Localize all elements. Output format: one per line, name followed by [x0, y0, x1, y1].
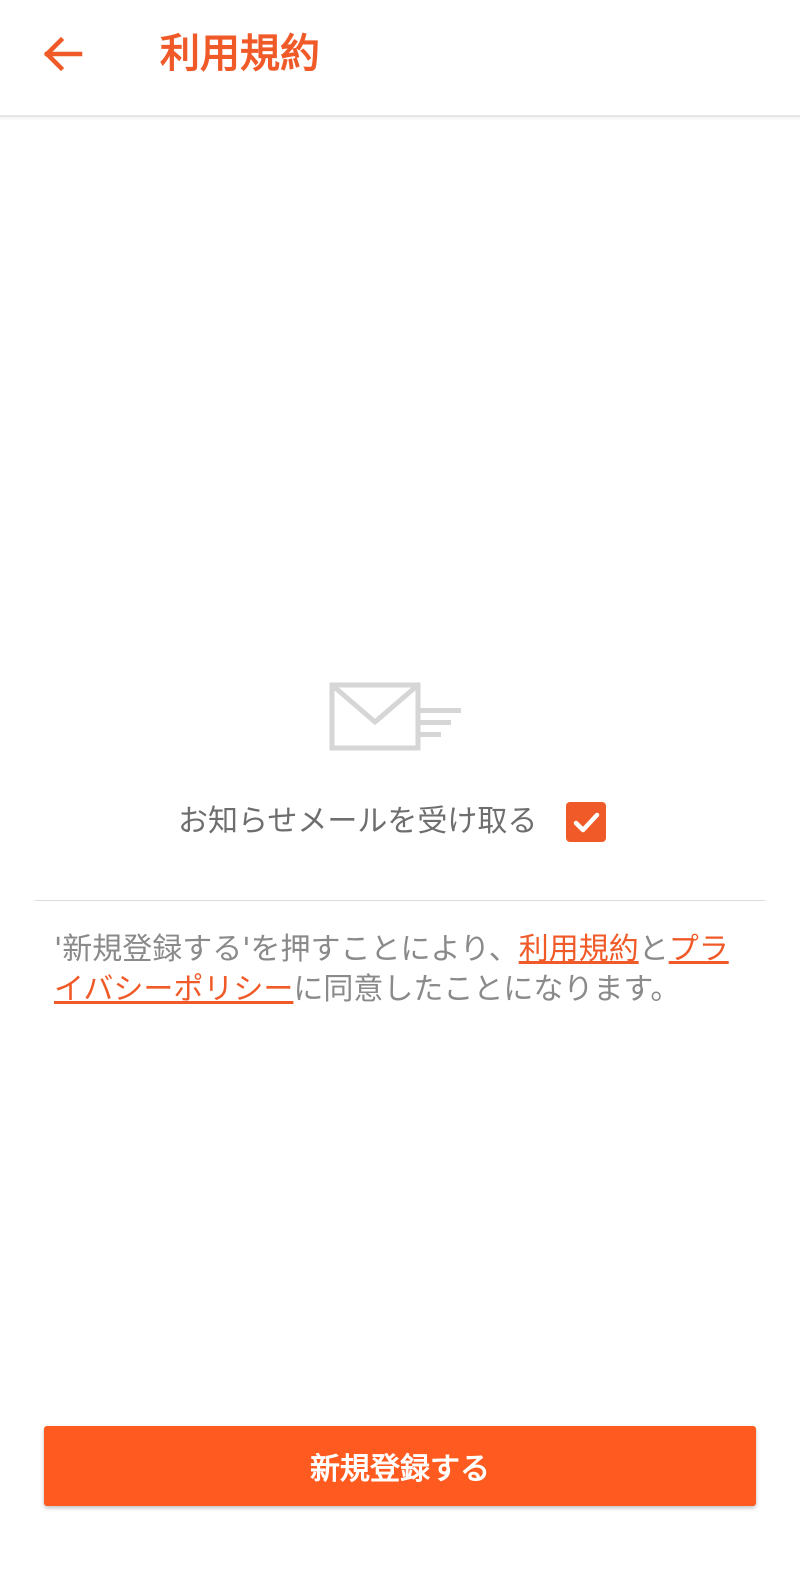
newsletter-option: お知らせメールを受け取る	[0, 800, 800, 844]
terms-link[interactable]: 利用規約	[519, 932, 639, 967]
checkmark-icon	[573, 812, 600, 833]
consent-prefix: '新規登録する'を押すことにより、	[54, 932, 519, 967]
app-header: 利用規約	[0, 0, 800, 117]
envelope-sending-icon	[329, 682, 461, 751]
divider	[35, 900, 765, 901]
newsletter-label: お知らせメールを受け取る	[178, 804, 538, 839]
consent-suffix: に同意したことになります。	[293, 972, 681, 1007]
consent-text: '新規登録する'を押すことにより、利用規約とプライバシーポリシーに同意したことに…	[54, 930, 734, 1010]
back-button[interactable]	[36, 28, 88, 80]
register-button[interactable]: 新規登録する	[44, 1426, 756, 1506]
newsletter-checkbox[interactable]	[566, 802, 606, 842]
page-title: 利用規約	[160, 31, 320, 77]
arrow-left-icon	[43, 36, 83, 72]
consent-conjunction: と	[638, 932, 669, 967]
